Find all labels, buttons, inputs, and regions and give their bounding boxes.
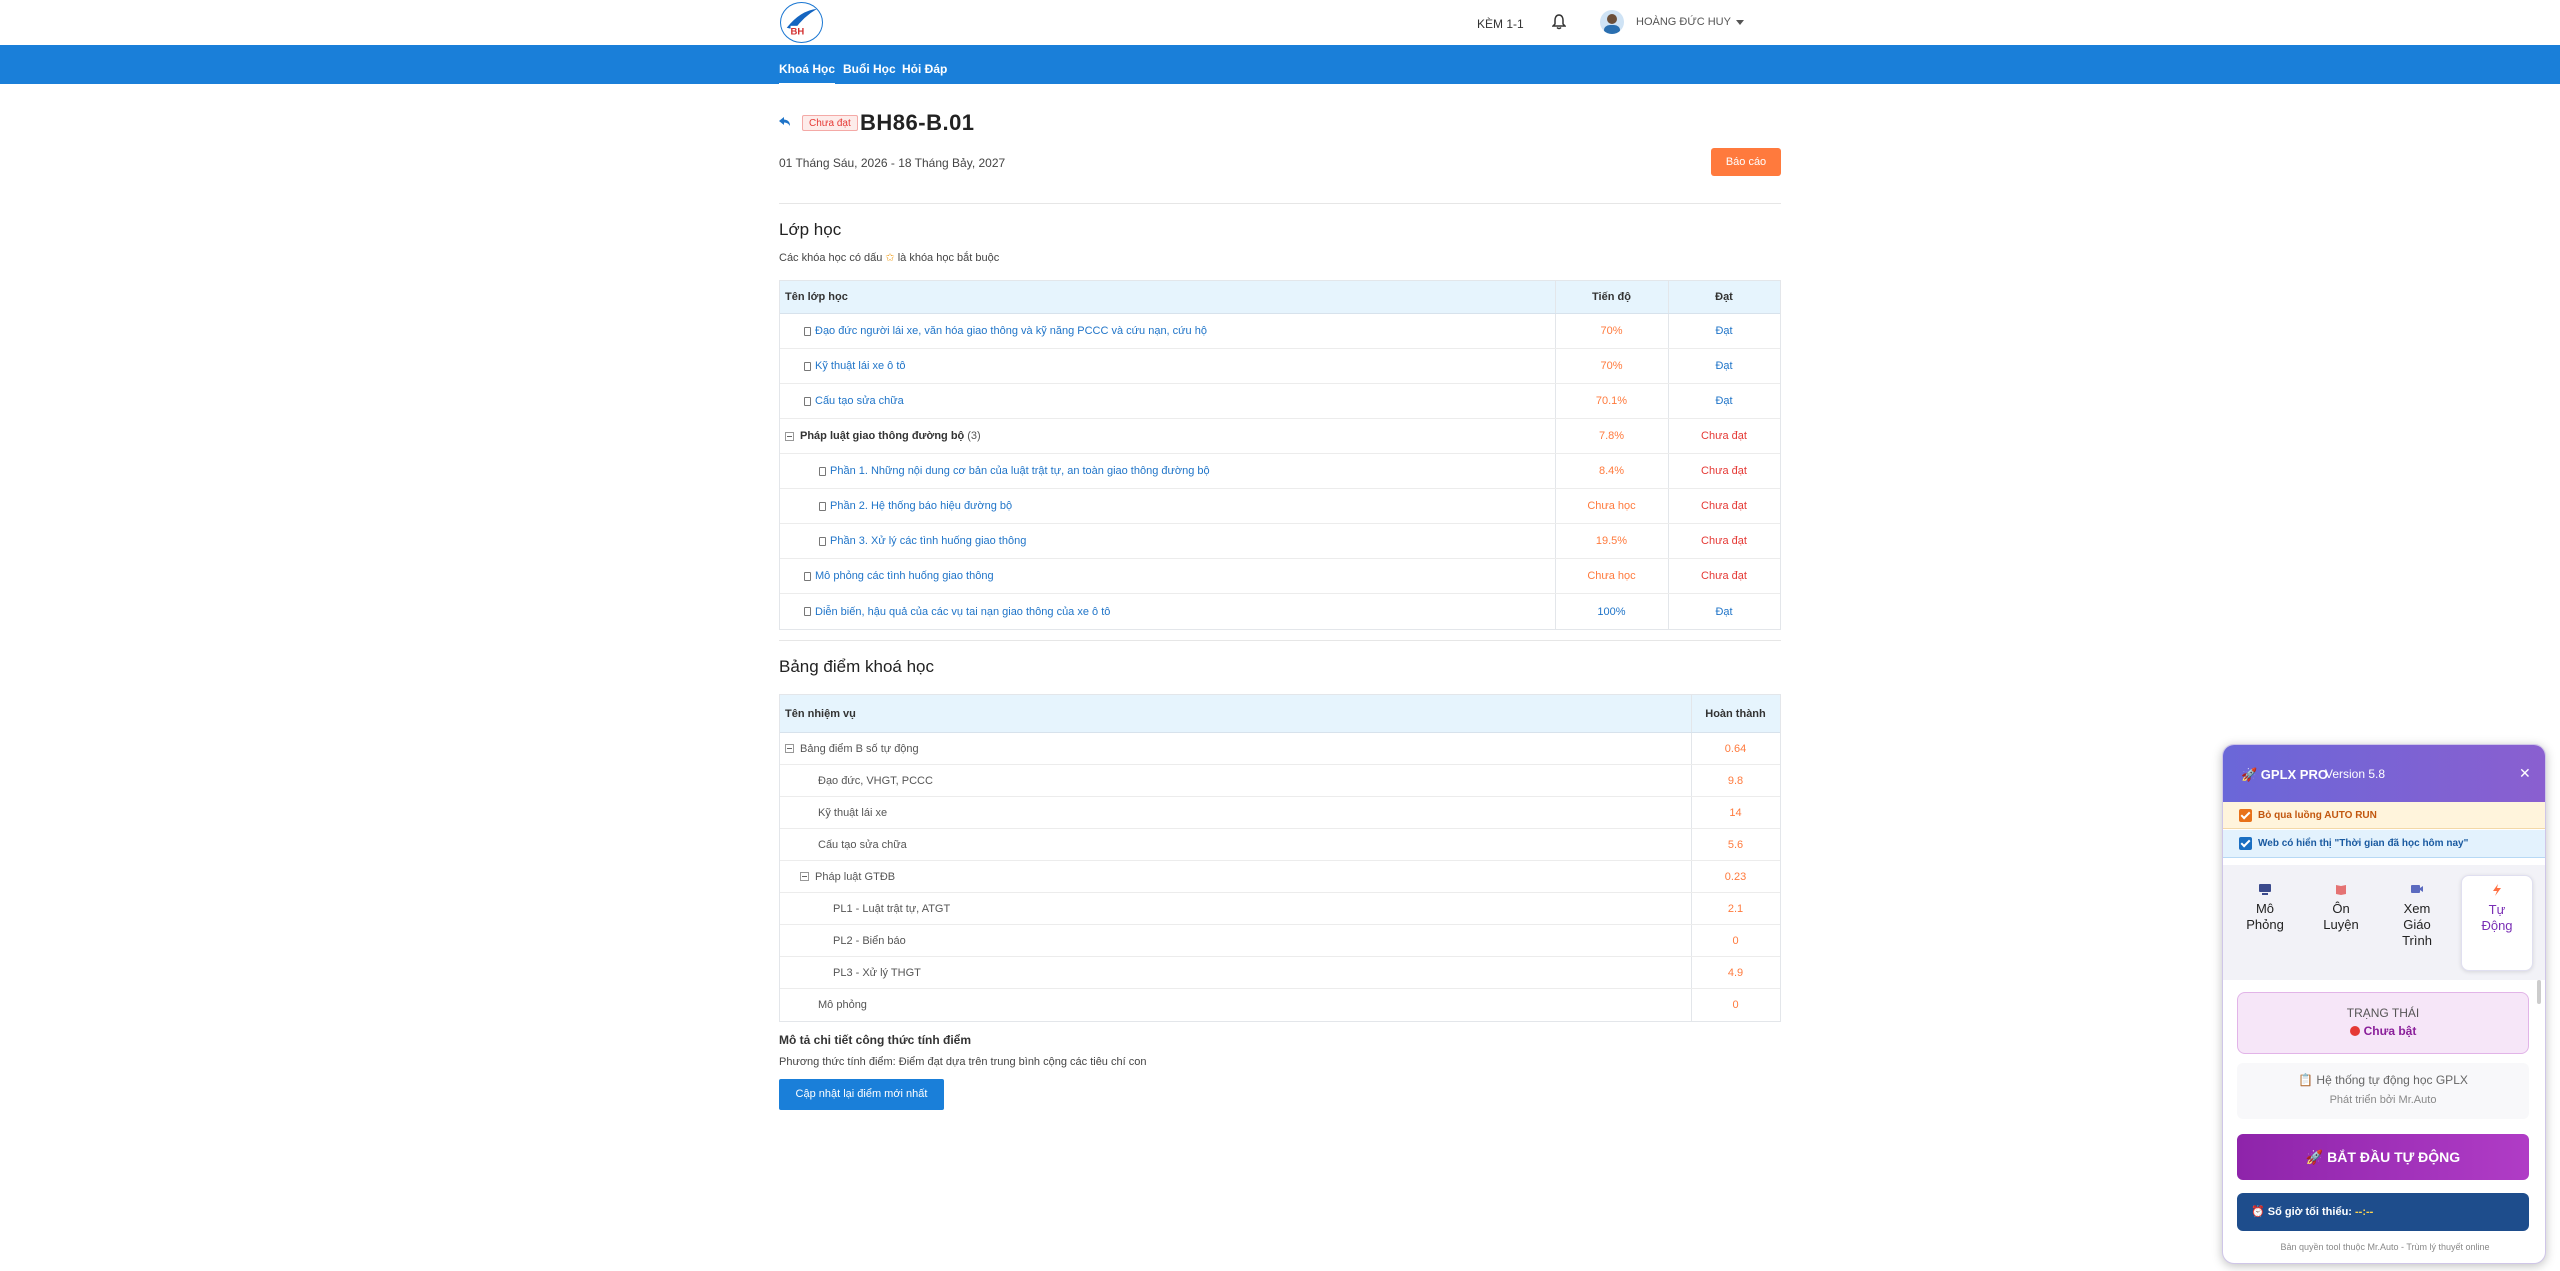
table-row-group: Bảng điểm B số tự động 0.64	[780, 733, 1780, 765]
table-header: Tên lớp học Tiến độ Đạt	[780, 281, 1780, 314]
col-task: Tên nhiệm vụ	[785, 707, 856, 720]
report-button[interactable]: Báo cáo	[1711, 148, 1781, 176]
tab-xem-giao-trinh[interactable]: Xem Giáo Trình	[2381, 875, 2453, 971]
document-icon	[804, 326, 811, 336]
col-class-name: Tên lớp học	[785, 291, 848, 303]
status-badge: Chưa đạt	[802, 115, 858, 131]
checkbox-skip-auto-run[interactable]	[2239, 809, 2252, 822]
course-date-range: 01 Tháng Sáu, 2026 - 18 Tháng Bảy, 2027	[779, 156, 1006, 170]
panel-header: 🚀 GPLX PRO Version 5.8 ✕	[2223, 745, 2545, 802]
table-row: Mô phỏng các tình huống giao thông Chưa …	[780, 559, 1780, 594]
formula-title: Mô tả chi tiết công thức tính điểm	[779, 1033, 972, 1047]
table-row: Đạo đức, VHGT, PCCC 9.8	[780, 765, 1780, 797]
monitor-icon	[2259, 884, 2271, 895]
back-arrow-icon[interactable]	[778, 115, 792, 129]
kem-1-1-link[interactable]: KÈM 1-1	[1477, 17, 1524, 31]
col-done: Hoàn thành	[1705, 707, 1766, 720]
panel-scrollbar[interactable]	[2537, 980, 2541, 1004]
table-row: PL2 - Biển báo 0	[780, 925, 1780, 957]
update-score-button[interactable]: Cập nhật lại điểm mới nhất	[779, 1079, 944, 1110]
document-icon	[804, 571, 811, 581]
gplx-pro-panel: 🚀 GPLX PRO Version 5.8 ✕ Bỏ qua luồng AU…	[2222, 744, 2546, 1264]
document-icon	[804, 396, 811, 406]
divider	[779, 640, 1781, 641]
nav-buoi-hoc[interactable]: Buổi Học	[843, 62, 896, 76]
table-row: Cấu tạo sửa chữa 5.6	[780, 829, 1780, 861]
video-icon	[2411, 885, 2423, 893]
star-icon: ✩	[885, 252, 895, 264]
page-title: BH86-B.01	[860, 110, 975, 135]
classes-note: Các khóa học có dấu ✩ là khóa học bắt bu…	[779, 252, 1000, 264]
start-auto-button[interactable]: 🚀 BẮT ĐẦU TỰ ĐỘNG	[2237, 1134, 2529, 1180]
min-hours-box: ⏰ Số giờ tối thiểu: --:--	[2237, 1193, 2529, 1231]
formula-text: Phương thức tính điểm: Điểm đạt dựa trên…	[779, 1056, 1147, 1068]
bolt-icon	[2493, 884, 2501, 896]
site-logo[interactable]: BH	[780, 2, 823, 43]
nav-khoa-hoc[interactable]: Khoá Học	[779, 62, 836, 85]
checkbox-show-study-time[interactable]	[2239, 837, 2252, 850]
class-link[interactable]: Diễn biến, hậu quả của các vụ tai nạn gi…	[804, 594, 1110, 629]
document-icon	[804, 607, 811, 616]
collapse-icon[interactable]	[785, 744, 794, 753]
main-nav: Khoá Học Buổi Học Hỏi Đáp	[0, 45, 2560, 85]
group-toggle[interactable]: Pháp luật giao thông đường bộ (3)	[785, 419, 981, 453]
table-row: PL3 - Xử lý THGT 4.9	[780, 957, 1780, 989]
col-progress: Tiến độ	[1592, 291, 1631, 303]
class-link[interactable]: Kỹ thuật lái xe ô tô	[804, 349, 906, 383]
status-value: Chưa bật	[2238, 1024, 2528, 1038]
table-row: Đạo đức người lái xe, văn hóa giao thông…	[780, 314, 1780, 349]
classes-table: Tên lớp học Tiến độ Đạt Đạo đức người lá…	[779, 280, 1781, 630]
table-row: PL1 - Luật trật tự, ATGT 2.1	[780, 893, 1780, 925]
collapse-icon[interactable]	[785, 431, 794, 441]
table-row: Phần 1. Những nội dung cơ bản của luật t…	[780, 454, 1780, 489]
scores-table: Tên nhiệm vụ Hoàn thành Bảng điểm B số t…	[779, 694, 1781, 1022]
bell-icon[interactable]	[1552, 14, 1566, 30]
panel-tabs: Mô Phỏng Ôn Luyện Xem Giáo Trình Tự Động	[2223, 865, 2545, 971]
class-link[interactable]: Đạo đức người lái xe, văn hóa giao thông…	[804, 314, 1207, 348]
scores-section-title: Bảng điểm khoá học	[779, 657, 934, 676]
document-icon	[819, 501, 826, 511]
option-skip-auto-run[interactable]: Bỏ qua luồng AUTO RUN	[2223, 802, 2545, 829]
document-icon	[804, 361, 811, 371]
system-info-box: 📋 Hệ thống tự động học GPLX Phát triển b…	[2237, 1063, 2529, 1119]
table-row: Kỹ thuật lái xe ô tô 70% Đạt	[780, 349, 1780, 384]
class-link[interactable]: Phần 3. Xử lý các tình huống giao thông	[819, 524, 1026, 558]
book-icon	[2336, 885, 2346, 895]
class-link[interactable]: Cấu tạo sửa chữa	[804, 384, 904, 418]
class-link[interactable]: Phần 2. Hệ thống báo hiệu đường bộ	[819, 489, 1012, 523]
table-row: Phần 3. Xử lý các tình huống giao thông …	[780, 524, 1780, 559]
class-link[interactable]: Phần 1. Những nội dung cơ bản của luật t…	[819, 454, 1210, 488]
table-row-group: Pháp luật giao thông đường bộ (3) 7.8% Ch…	[780, 419, 1780, 454]
svg-text:BH: BH	[791, 26, 805, 37]
panel-title: 🚀 GPLX PRO	[2241, 767, 2328, 782]
panel-copyright: Bản quyền tool thuộc Mr.Auto - Trùm lý t…	[2280, 1242, 2490, 1252]
table-header: Tên nhiệm vụ Hoàn thành	[780, 695, 1780, 733]
table-row: Diễn biến, hậu quả của các vụ tai nạn gi…	[780, 594, 1780, 629]
status-box: TRẠNG THÁI Chưa bật	[2237, 992, 2529, 1054]
close-icon[interactable]: ✕	[2519, 765, 2531, 782]
panel-version: Version 5.8	[2325, 767, 2386, 781]
col-pass: Đạt	[1715, 291, 1733, 303]
table-row: Kỹ thuật lái xe 14	[780, 797, 1780, 829]
divider	[779, 203, 1781, 204]
table-row-group: Pháp luật GTĐB 0.23	[780, 861, 1780, 893]
table-row: Mô phỏng 0	[780, 989, 1780, 1021]
document-icon	[819, 466, 826, 476]
status-dot-icon	[2349, 1026, 2360, 1036]
chevron-down-icon[interactable]	[1736, 20, 1744, 25]
document-icon	[819, 536, 826, 546]
user-name[interactable]: HOÀNG ĐỨC HUY	[1636, 16, 1731, 28]
tab-tu-dong[interactable]: Tự Động	[2461, 875, 2533, 971]
tab-mo-phong[interactable]: Mô Phỏng	[2229, 875, 2301, 971]
top-header: BH KÈM 1-1 HOÀNG ĐỨC HUY	[0, 0, 2560, 45]
collapse-icon[interactable]	[800, 872, 809, 881]
option-show-study-time[interactable]: Web có hiển thị "Thời gian đã học hôm na…	[2223, 830, 2545, 858]
nav-hoi-dap[interactable]: Hỏi Đáp	[902, 62, 947, 76]
table-row: Cấu tạo sửa chữa 70.1% Đạt	[780, 384, 1780, 419]
tab-on-luyen[interactable]: Ôn Luyện	[2305, 875, 2377, 971]
classes-section-title: Lớp học	[779, 220, 842, 239]
user-avatar[interactable]	[1600, 10, 1624, 34]
class-link[interactable]: Mô phỏng các tình huống giao thông	[804, 559, 994, 593]
table-row: Phần 2. Hệ thống báo hiệu đường bộ Chưa …	[780, 489, 1780, 524]
